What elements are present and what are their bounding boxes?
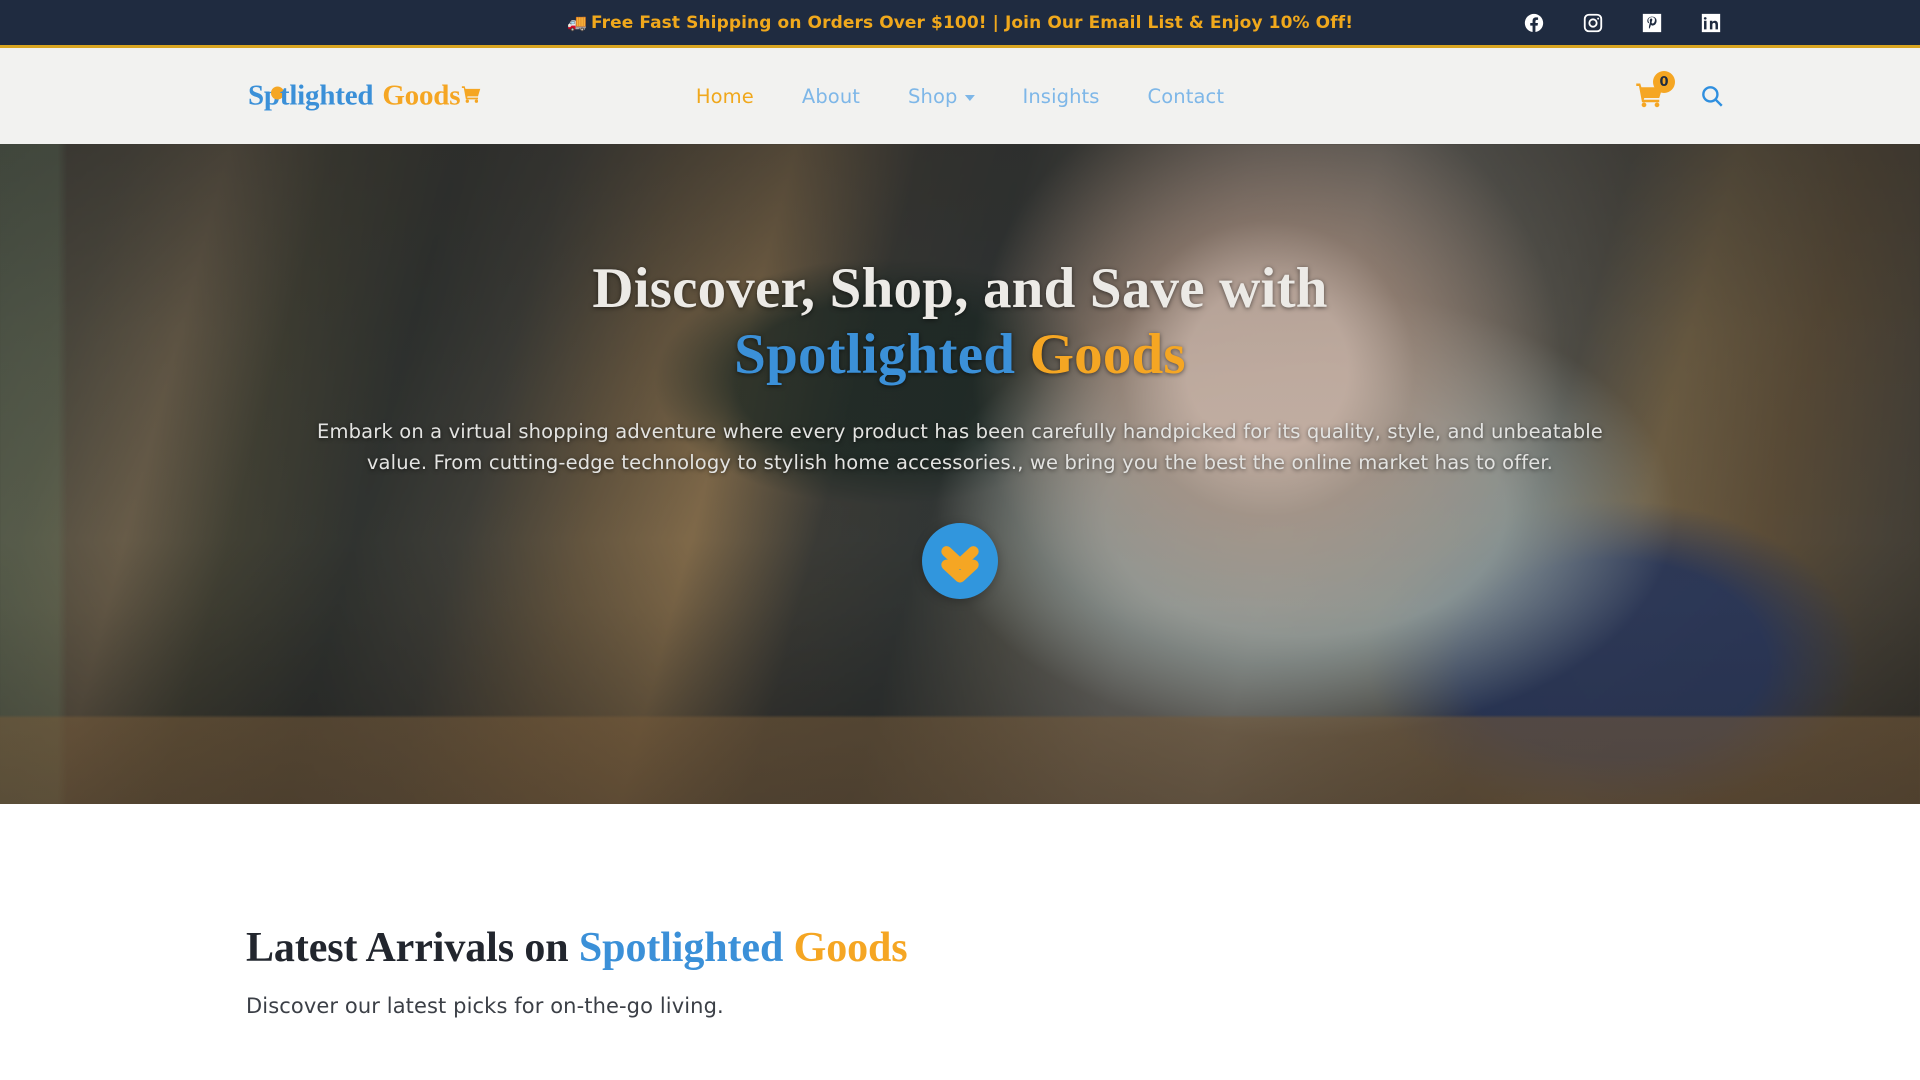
facebook-icon[interactable]	[1523, 12, 1545, 34]
latest-arrivals-subtitle: Discover our latest picks for on-the-go …	[246, 994, 724, 1018]
hero-heading-brand1: Spotlighted	[734, 323, 1016, 387]
hero-heading: Discover, Shop, and Save with Spotlighte…	[592, 256, 1327, 388]
hero-heading-brand2: Goods	[1029, 323, 1186, 387]
search-icon	[1702, 86, 1723, 107]
hero-heading-line1: Discover, Shop, and Save with	[592, 257, 1328, 320]
latest-title-brand1: Spotlighted	[578, 925, 784, 971]
logo-part-goods: Goods	[382, 79, 461, 112]
linkedin-icon[interactable]	[1700, 12, 1722, 34]
nav-item-home[interactable]: Home	[696, 85, 754, 108]
search-button[interactable]	[1699, 83, 1725, 109]
chevron-down-icon	[964, 94, 975, 101]
nav-label-about: About	[801, 84, 861, 108]
social-links	[1523, 0, 1722, 45]
nav-item-insights[interactable]: Insights	[1023, 85, 1100, 108]
delivery-truck-icon: 🚚	[566, 12, 587, 32]
nav-item-shop[interactable]: Shop	[908, 84, 975, 108]
pinterest-icon[interactable]	[1641, 12, 1663, 34]
site-header: Sp tlighted Goods Home About Shop Insights…	[0, 48, 1920, 144]
nav-label-shop: Shop	[908, 84, 958, 108]
double-chevron-down-icon	[941, 545, 979, 583]
instagram-icon[interactable]	[1582, 12, 1604, 34]
announcement-bar: 🚚 Free Fast Shipping on Orders Over $100!…	[0, 0, 1920, 48]
hero-paragraph: Embark on a virtual shopping adventure w…	[295, 417, 1625, 479]
cart-count-badge: 0	[1653, 71, 1675, 93]
nav-label-contact: Contact	[1147, 84, 1225, 108]
logo-part-tlighted: tlighted	[279, 79, 374, 112]
latest-title-plain: Latest Arrivals on	[246, 925, 569, 971]
shopping-cart-icon	[461, 85, 482, 110]
scroll-down-button[interactable]	[922, 522, 998, 599]
latest-title-brand2: Goods	[793, 925, 908, 971]
nav-label-insights: Insights	[1022, 84, 1100, 108]
announcement-message: Free Fast Shipping on Orders Over $100! …	[590, 12, 1354, 33]
nav-label-home: Home	[695, 84, 754, 108]
latest-arrivals-section: Latest Arrivals on Spotlighted Goods Dis…	[0, 804, 1920, 1018]
header-actions: 0	[1635, 71, 1725, 111]
latest-arrivals-title: Latest Arrivals on Spotlighted Goods	[246, 924, 1920, 972]
site-logo[interactable]: Sp tlighted Goods	[248, 80, 482, 113]
logo-part-sp: Sp	[248, 80, 284, 113]
hero-section: Discover, Shop, and Save with Spotlighte…	[0, 144, 1920, 804]
hero-paragraph-line2: From cutting-edge technology to stylish …	[433, 451, 1554, 475]
main-navigation: Home About Shop Insights Contact	[696, 85, 1224, 108]
cart-button[interactable]: 0	[1635, 71, 1675, 111]
nav-item-contact[interactable]: Contact	[1148, 85, 1225, 108]
nav-item-about[interactable]: About	[802, 85, 860, 108]
